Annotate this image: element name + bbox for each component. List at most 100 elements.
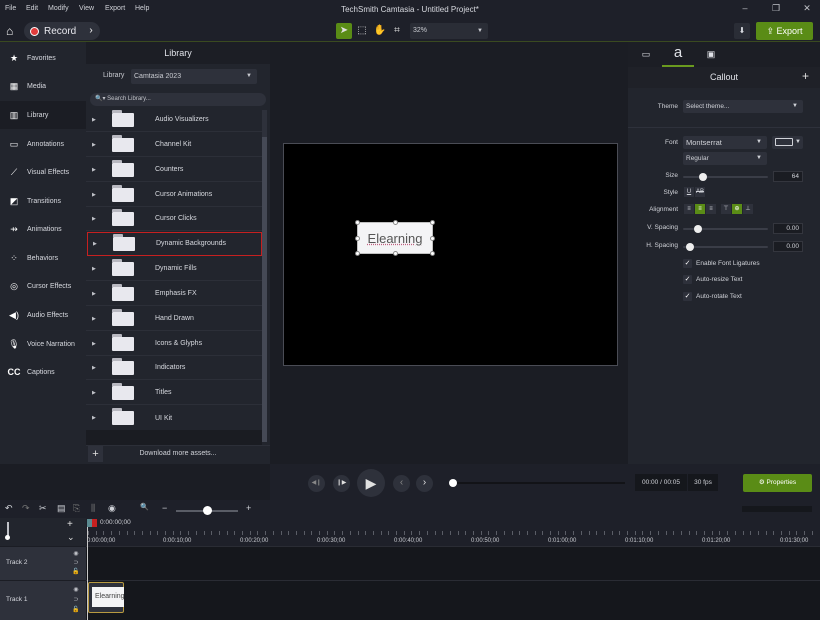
resize-handle[interactable]	[393, 220, 398, 225]
v-spacing-input[interactable]: 0.00	[773, 223, 803, 234]
zoom-level-select[interactable]: 32% ▼	[410, 23, 488, 39]
strikethrough-button[interactable]: AB	[695, 187, 705, 197]
previous-frame-button[interactable]: ◀❙	[308, 475, 325, 492]
sidebar-item-favorites[interactable]: ★ Favorites	[0, 44, 86, 72]
minimize-button[interactable]: ‒	[735, 3, 755, 13]
redo-icon[interactable]: ↷	[22, 503, 30, 514]
sidebar-item-captions[interactable]: CC Captions	[0, 358, 86, 386]
library-scrollbar-thumb[interactable]	[262, 137, 267, 442]
magnet-icon[interactable]: ⊃	[72, 597, 80, 604]
track-height-knob[interactable]	[5, 535, 10, 540]
expand-icon[interactable]: ▶	[92, 390, 100, 396]
font-color-picker[interactable]: ▼	[772, 136, 803, 149]
expand-icon[interactable]: ▶	[92, 216, 100, 222]
library-item[interactable]: ▶ Cursor Clicks	[86, 207, 262, 231]
edit-points-tool-icon[interactable]: ⬚	[354, 23, 370, 39]
expand-icon[interactable]: ▶	[92, 266, 100, 272]
cut-icon[interactable]: ✂	[39, 503, 47, 514]
ligatures-checkbox[interactable]: ✓	[683, 259, 692, 268]
sidebar-item-annotations[interactable]: ▭ Annotations	[0, 130, 86, 158]
library-item[interactable]: ▶ Emphasis FX	[86, 282, 262, 306]
library-item[interactable]: ▶ Hand Drawn	[86, 307, 262, 331]
text-properties-tab[interactable]: a	[662, 42, 694, 67]
scrubber-track[interactable]	[453, 482, 625, 484]
library-item[interactable]: ▶ Icons & Glyphs	[86, 332, 262, 356]
expand-icon[interactable]: ▶	[92, 365, 100, 371]
lock-icon[interactable]: 🔓	[72, 569, 80, 576]
sidebar-item-behaviors[interactable]: ⁘ Behaviors	[0, 244, 86, 272]
sidebar-item-audio-effects[interactable]: ◀) Audio Effects	[0, 301, 86, 329]
canvas[interactable]	[283, 143, 618, 366]
select-tool-icon[interactable]: ➤	[336, 23, 352, 39]
library-search-input[interactable]: 🔍▾ Search Library...	[90, 93, 266, 106]
expand-icon[interactable]: ▶	[92, 316, 100, 322]
properties-button[interactable]: ⚙ Properties	[743, 474, 812, 492]
zoom-out-icon[interactable]: −	[162, 503, 167, 513]
library-select[interactable]: Camtasia 2023 ▼	[131, 69, 257, 84]
size-input[interactable]: 64	[773, 171, 803, 182]
track-2-lane[interactable]	[86, 546, 820, 580]
resize-handle[interactable]	[393, 251, 398, 256]
add-asset-button[interactable]: +	[88, 446, 103, 462]
resize-handle[interactable]	[430, 220, 435, 225]
download-more-assets-link[interactable]: Download more assets...	[106, 446, 250, 462]
play-button[interactable]: ▶	[357, 469, 385, 497]
sidebar-item-animations[interactable]: ⇸ Animations	[0, 215, 86, 243]
library-item[interactable]: ▶ Dynamic Fills	[86, 257, 262, 281]
underline-button[interactable]: U	[684, 187, 694, 197]
crop-tool-icon[interactable]: ⌗	[389, 23, 405, 39]
scrubber-knob[interactable]	[449, 479, 457, 487]
library-item[interactable]: ▶ Audio Visualizers	[86, 108, 262, 132]
resize-handle[interactable]	[355, 220, 360, 225]
sidebar-item-visual-effects[interactable]: ⟋ Visual Effects	[0, 158, 86, 186]
library-item[interactable]: ▶ Channel Kit	[86, 133, 262, 157]
add-track-button[interactable]: +	[67, 519, 73, 530]
snapshot-icon[interactable]: ◉	[108, 503, 116, 514]
callout-text-box[interactable]: Elearning	[355, 220, 435, 256]
align-middle-button[interactable]: ⊕	[732, 204, 742, 214]
resize-handle[interactable]	[355, 236, 360, 241]
pan-tool-icon[interactable]: ✋	[372, 23, 388, 39]
align-top-button[interactable]: ⊤	[721, 204, 731, 214]
track-1-header[interactable]: Track 1 ◉ ⊃ 🔓	[0, 580, 86, 620]
library-item[interactable]: ▶ Titles	[86, 381, 262, 405]
sidebar-item-voice-narration[interactable]: 🎙 Voice Narration	[0, 330, 86, 358]
h-spacing-slider-knob[interactable]	[686, 243, 694, 251]
library-item[interactable]: ▶ Counters	[86, 158, 262, 182]
export-button[interactable]: ⇪ Export	[756, 22, 813, 40]
restore-button[interactable]: ❐	[766, 3, 786, 14]
playhead-in-marker[interactable]	[87, 519, 92, 527]
track-2-header[interactable]: Track 2 ◉ ⊃ 🔓	[0, 546, 86, 580]
zoom-in-icon[interactable]: +	[246, 503, 251, 513]
library-item[interactable]: ▶ Indicators	[86, 356, 262, 380]
v-spacing-slider-knob[interactable]	[694, 225, 702, 233]
sidebar-item-transitions[interactable]: ◩ Transitions	[0, 187, 86, 215]
record-more-button[interactable]: ›	[82, 22, 100, 40]
expand-icon[interactable]: ▶	[92, 415, 100, 421]
timeline-zoom-knob[interactable]	[203, 506, 212, 515]
align-bottom-button[interactable]: ⊥	[743, 204, 753, 214]
expand-icon[interactable]: ▶	[92, 117, 100, 123]
timeline-horizontal-scrollbar[interactable]	[742, 506, 812, 512]
font-select[interactable]: Montserrat ▼	[683, 136, 767, 149]
library-item[interactable]: ▶ Cursor Animations	[86, 183, 262, 207]
previous-marker-button[interactable]: ‹	[393, 475, 410, 492]
copy-icon[interactable]: ▤	[57, 503, 66, 514]
track-height-slider[interactable]	[7, 522, 9, 536]
theme-select[interactable]: Select theme... ▼	[683, 100, 803, 113]
download-icon[interactable]: ⬇	[734, 23, 750, 39]
next-frame-button[interactable]: ❙▶	[333, 475, 350, 492]
next-marker-button[interactable]: ›	[416, 475, 433, 492]
sidebar-item-media[interactable]: ▦ Media	[0, 72, 86, 100]
expand-icon[interactable]: ▶	[92, 167, 100, 173]
resize-handle[interactable]	[430, 236, 435, 241]
resize-handle[interactable]	[355, 251, 360, 256]
lock-icon[interactable]: 🔓	[72, 607, 80, 614]
size-slider-knob[interactable]	[699, 173, 707, 181]
record-button[interactable]: Record	[24, 22, 82, 40]
expand-icon[interactable]: ▶	[92, 291, 100, 297]
track-1-lane[interactable]	[86, 580, 820, 620]
size-slider[interactable]	[683, 176, 768, 178]
expand-icon[interactable]: ▶	[92, 341, 100, 347]
align-right-button[interactable]: ≡	[706, 204, 716, 214]
